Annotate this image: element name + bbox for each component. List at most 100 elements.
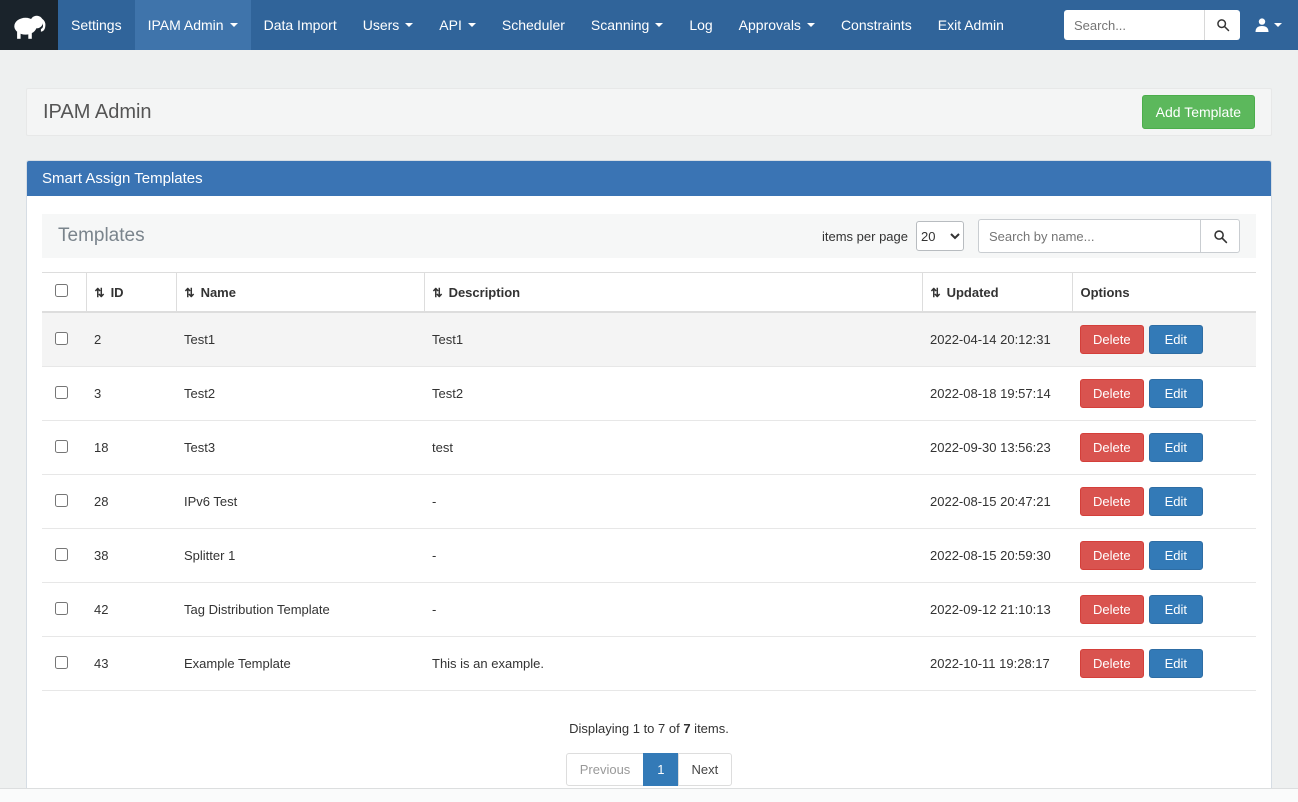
nav-item-data-import[interactable]: Data Import bbox=[251, 0, 350, 50]
nav-item-scanning[interactable]: Scanning bbox=[578, 0, 676, 50]
row-checkbox[interactable] bbox=[55, 548, 68, 561]
chevron-down-icon bbox=[405, 23, 413, 27]
nav-item-label: Scanning bbox=[591, 17, 649, 33]
column-header-name[interactable]: ⇅Name bbox=[176, 273, 424, 313]
cell-name: IPv6 Test bbox=[176, 475, 424, 529]
nav-item-label: Log bbox=[689, 17, 712, 33]
cell-id: 42 bbox=[86, 583, 176, 637]
elephant-logo-icon bbox=[8, 10, 50, 41]
sort-icon: ⇅ bbox=[95, 286, 105, 300]
chevron-down-icon bbox=[807, 23, 815, 27]
edit-button[interactable]: Edit bbox=[1149, 379, 1203, 408]
cell-id: 3 bbox=[86, 367, 176, 421]
delete-button[interactable]: Delete bbox=[1080, 487, 1144, 516]
row-checkbox[interactable] bbox=[55, 386, 68, 399]
templates-toolbar: Templates items per page 20 bbox=[42, 214, 1256, 258]
delete-button[interactable]: Delete bbox=[1080, 541, 1144, 570]
cell-select bbox=[42, 583, 86, 637]
nav-item-approvals[interactable]: Approvals bbox=[726, 0, 828, 50]
edit-button[interactable]: Edit bbox=[1149, 649, 1203, 678]
nav-item-label: Exit Admin bbox=[938, 17, 1004, 33]
delete-button[interactable]: Delete bbox=[1080, 325, 1144, 354]
next-page-button[interactable]: Next bbox=[678, 753, 733, 786]
row-checkbox[interactable] bbox=[55, 494, 68, 507]
edit-button[interactable]: Edit bbox=[1149, 433, 1203, 462]
nav-item-scheduler[interactable]: Scheduler bbox=[489, 0, 578, 50]
column-header-select bbox=[42, 273, 86, 313]
nav-item-exit-admin[interactable]: Exit Admin bbox=[925, 0, 1017, 50]
edit-button[interactable]: Edit bbox=[1149, 541, 1203, 570]
cell-options: DeleteEdit bbox=[1072, 583, 1256, 637]
cell-updated: 2022-04-14 20:12:31 bbox=[922, 312, 1072, 367]
nav-item-settings[interactable]: Settings bbox=[58, 0, 135, 50]
chevron-down-icon bbox=[1274, 23, 1282, 27]
chevron-down-icon bbox=[655, 23, 663, 27]
cell-options: DeleteEdit bbox=[1072, 367, 1256, 421]
cell-select bbox=[42, 529, 86, 583]
sort-icon: ⇅ bbox=[433, 286, 443, 300]
cell-select bbox=[42, 421, 86, 475]
edit-button[interactable]: Edit bbox=[1149, 487, 1203, 516]
column-header-updated[interactable]: ⇅Updated bbox=[922, 273, 1072, 313]
edit-button[interactable]: Edit bbox=[1149, 595, 1203, 624]
edit-button[interactable]: Edit bbox=[1149, 325, 1203, 354]
name-search-button[interactable] bbox=[1200, 219, 1240, 253]
chevron-down-icon bbox=[230, 23, 238, 27]
cell-options: DeleteEdit bbox=[1072, 637, 1256, 691]
nav-item-constraints[interactable]: Constraints bbox=[828, 0, 925, 50]
cell-description: - bbox=[424, 529, 922, 583]
cell-options: DeleteEdit bbox=[1072, 475, 1256, 529]
cell-updated: 2022-09-12 21:10:13 bbox=[922, 583, 1072, 637]
table-row: 38Splitter 1-2022-08-15 20:59:30DeleteEd… bbox=[42, 529, 1256, 583]
global-search-button[interactable] bbox=[1204, 10, 1240, 40]
select-all-checkbox[interactable] bbox=[55, 284, 68, 297]
cell-description: Test1 bbox=[424, 312, 922, 367]
chevron-down-icon bbox=[468, 23, 476, 27]
templates-table: ⇅ID ⇅Name ⇅Description ⇅Updated Options bbox=[42, 272, 1256, 691]
nav-item-api[interactable]: API bbox=[426, 0, 489, 50]
user-menu[interactable] bbox=[1254, 0, 1282, 50]
navbar-menu: SettingsIPAM Admin Data Import Users API Sch… bbox=[58, 0, 1017, 50]
nav-item-log[interactable]: Log bbox=[676, 0, 725, 50]
column-header-description[interactable]: ⇅Description bbox=[424, 273, 922, 313]
cell-name: Tag Distribution Template bbox=[176, 583, 424, 637]
row-checkbox[interactable] bbox=[55, 656, 68, 669]
cell-name: Example Template bbox=[176, 637, 424, 691]
nav-item-label: Approvals bbox=[739, 17, 801, 33]
name-search-input[interactable] bbox=[978, 219, 1200, 253]
cell-description: This is an example. bbox=[424, 637, 922, 691]
cell-options: DeleteEdit bbox=[1072, 312, 1256, 367]
row-checkbox[interactable] bbox=[55, 332, 68, 345]
column-header-options: Options bbox=[1072, 273, 1256, 313]
cell-id: 43 bbox=[86, 637, 176, 691]
nav-item-users[interactable]: Users bbox=[350, 0, 427, 50]
delete-button[interactable]: Delete bbox=[1080, 649, 1144, 678]
delete-button[interactable]: Delete bbox=[1080, 433, 1144, 462]
top-navbar: SettingsIPAM Admin Data Import Users API Sch… bbox=[0, 0, 1298, 50]
nav-item-label: Data Import bbox=[264, 17, 337, 33]
table-header-row: ⇅ID ⇅Name ⇅Description ⇅Updated Options bbox=[42, 273, 1256, 313]
page-titlebar: IPAM Admin Add Template bbox=[26, 88, 1272, 136]
row-checkbox[interactable] bbox=[55, 602, 68, 615]
row-checkbox[interactable] bbox=[55, 440, 68, 453]
previous-page-button[interactable]: Previous bbox=[566, 753, 645, 786]
cell-name: Splitter 1 bbox=[176, 529, 424, 583]
nav-item-label: API bbox=[439, 17, 462, 33]
delete-button[interactable]: Delete bbox=[1080, 595, 1144, 624]
column-header-id[interactable]: ⇅ID bbox=[86, 273, 176, 313]
add-template-button[interactable]: Add Template bbox=[1142, 95, 1255, 129]
cell-name: Test2 bbox=[176, 367, 424, 421]
templates-table-body: 2Test1Test12022-04-14 20:12:31DeleteEdit… bbox=[42, 312, 1256, 691]
cell-description: Test2 bbox=[424, 367, 922, 421]
cell-name: Test3 bbox=[176, 421, 424, 475]
pagination: Previous 1 Next bbox=[42, 753, 1256, 786]
global-search-input[interactable] bbox=[1064, 10, 1204, 40]
table-row: 3Test2Test22022-08-18 19:57:14DeleteEdit bbox=[42, 367, 1256, 421]
items-per-page-select[interactable]: 20 bbox=[916, 221, 964, 251]
delete-button[interactable]: Delete bbox=[1080, 379, 1144, 408]
app-logo[interactable] bbox=[0, 0, 58, 50]
total-items-count: 7 bbox=[683, 721, 690, 736]
cell-description: - bbox=[424, 583, 922, 637]
page-1-button[interactable]: 1 bbox=[643, 753, 678, 786]
nav-item-ipam-admin[interactable]: IPAM Admin bbox=[135, 0, 251, 50]
